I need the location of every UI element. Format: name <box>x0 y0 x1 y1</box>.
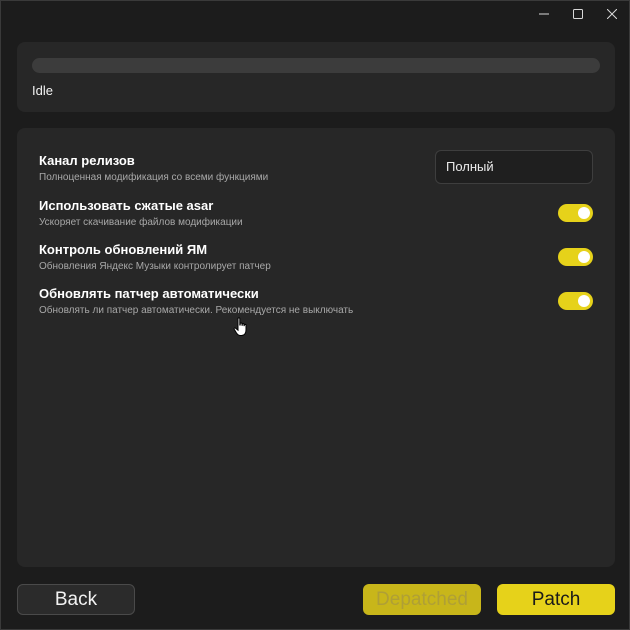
title-bar <box>1 1 629 27</box>
setting-title: Обновлять патчер автоматически <box>39 286 259 301</box>
close-icon <box>607 9 617 19</box>
status-panel: Idle <box>17 42 615 112</box>
status-text: Idle <box>32 83 53 98</box>
settings-panel: Канал релизов Полноценная модификация со… <box>17 128 615 567</box>
setting-title: Использовать сжатые asar <box>39 198 214 213</box>
maximize-icon <box>573 9 583 19</box>
depatch-button[interactable]: Depatched <box>363 584 481 615</box>
maximize-button[interactable] <box>561 1 595 27</box>
auto-update-patcher-toggle[interactable] <box>558 292 593 310</box>
compressed-asar-toggle[interactable] <box>558 204 593 222</box>
back-button[interactable]: Back <box>17 584 135 615</box>
minimize-icon <box>539 13 549 15</box>
setting-ym-update-control: Контроль обновлений ЯМ Обновления Яндекс… <box>39 242 595 274</box>
ym-update-control-toggle[interactable] <box>558 248 593 266</box>
toggle-knob <box>578 295 590 307</box>
close-button[interactable] <box>595 1 629 27</box>
setting-description: Ускоряет скачивание файлов модификации <box>39 217 243 228</box>
hand-cursor-icon <box>233 317 247 336</box>
setting-description: Обновления Яндекс Музыки контролирует па… <box>39 261 271 272</box>
release-channel-select[interactable]: Полный <box>435 150 593 184</box>
setting-auto-update-patcher: Обновлять патчер автоматически Обновлять… <box>39 286 595 318</box>
setting-compressed-asar: Использовать сжатые asar Ускоряет скачив… <box>39 198 595 230</box>
toggle-knob <box>578 251 590 263</box>
app-window: Idle Канал релизов Полноценная модификац… <box>0 0 630 630</box>
setting-title: Контроль обновлений ЯМ <box>39 242 208 257</box>
setting-description: Обновлять ли патчер автоматически. Реком… <box>39 305 354 316</box>
toggle-knob <box>578 207 590 219</box>
patch-button[interactable]: Patch <box>497 584 615 615</box>
minimize-button[interactable] <box>527 1 561 27</box>
progress-bar <box>32 58 600 73</box>
